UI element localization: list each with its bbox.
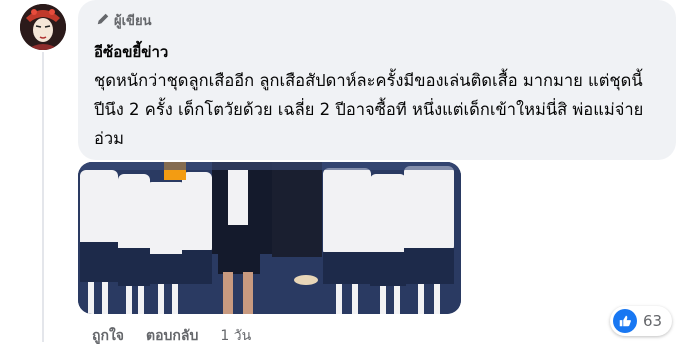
like-icon bbox=[613, 309, 637, 333]
author-name[interactable]: อีซ้อขยี้ข่าว bbox=[94, 40, 168, 64]
avatar[interactable] bbox=[20, 4, 66, 50]
pencil-icon bbox=[96, 12, 110, 30]
reaction-count: 63 bbox=[643, 312, 663, 330]
comment-actions: ถูกใจ ตอบกลับ 1 วัน bbox=[92, 325, 251, 347]
comment-timestamp[interactable]: 1 วัน bbox=[220, 325, 251, 347]
thread-line bbox=[42, 52, 44, 342]
author-badge: ผู้เขียน bbox=[96, 10, 151, 31]
reply-button[interactable]: ตอบกลับ bbox=[146, 325, 198, 347]
comment-photo[interactable] bbox=[78, 162, 461, 314]
comment-text: ชุดหนักว่าชุดลูกเสืออีก ลูกเสือสัปดาห์ละ… bbox=[94, 71, 644, 148]
like-button[interactable]: ถูกใจ bbox=[92, 325, 124, 347]
author-badge-label: ผู้เขียน bbox=[114, 14, 152, 29]
reaction-summary[interactable]: 63 bbox=[610, 306, 673, 336]
